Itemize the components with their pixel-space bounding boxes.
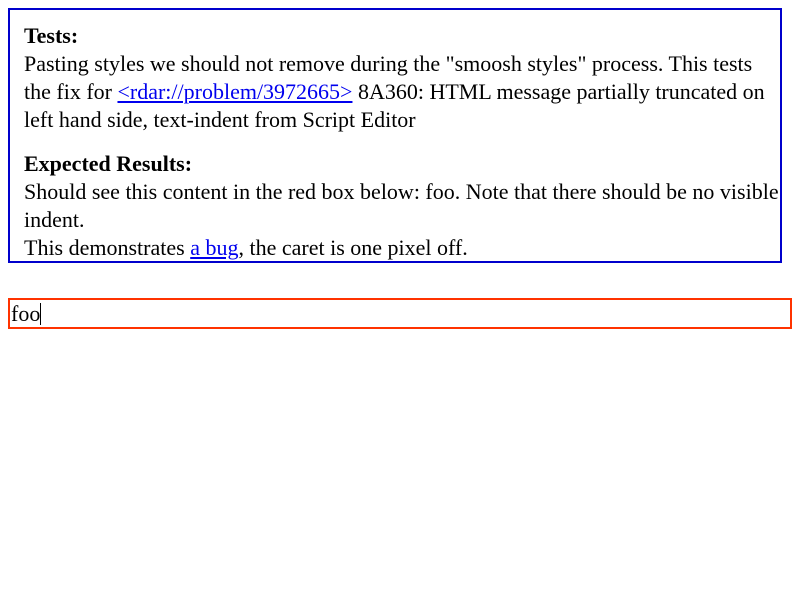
expected-text-before-link: This demonstrates <box>24 235 191 260</box>
expected-results-line1: Should see this content in the red box b… <box>24 179 779 232</box>
expected-results-line2: This demonstrates a bug, the caret is on… <box>24 234 780 262</box>
tests-heading: Tests: <box>24 23 79 48</box>
rdar-problem-link[interactable]: <rdar://problem/3972665> <box>117 79 352 104</box>
text-caret <box>40 303 42 325</box>
editable-test-box[interactable]: foo <box>8 298 792 329</box>
bug-link[interactable]: a bug <box>190 235 238 260</box>
tests-description: Pasting styles we should not remove duri… <box>24 50 780 134</box>
explanation-box: Tests: Pasting styles we should not remo… <box>8 8 782 263</box>
expected-results-heading: Expected Results: <box>24 151 193 176</box>
editable-content: foo <box>11 301 41 326</box>
expected-text-after-link: , the caret is one pixel off. <box>238 235 468 260</box>
